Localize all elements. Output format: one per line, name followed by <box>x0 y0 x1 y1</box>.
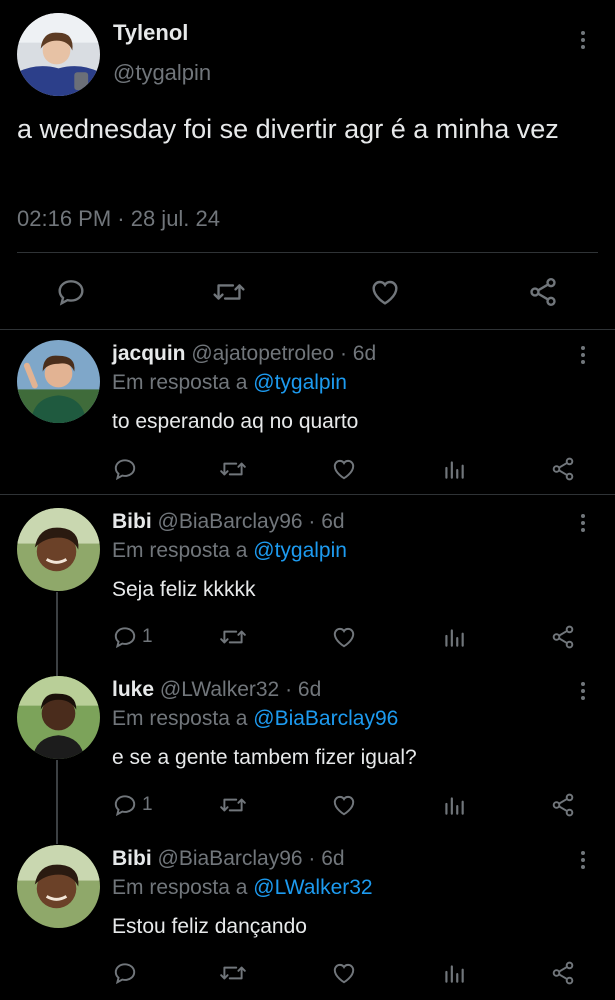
reply-to-line: Em resposta a @tygalpin <box>112 539 347 563</box>
reply-handle-meta[interactable]: @ajatopetroleo · 6d <box>191 342 376 365</box>
reply-avatar[interactable] <box>17 845 100 928</box>
reply-handle-meta[interactable]: @BiaBarclay96 · 6d <box>158 847 345 870</box>
share-icon[interactable] <box>550 456 576 482</box>
reply-count: 1 <box>142 794 153 815</box>
reply-mention-link[interactable]: @tygalpin <box>253 371 347 394</box>
retweet-icon[interactable] <box>219 960 247 986</box>
reply-display-name[interactable]: jacquin <box>112 342 186 365</box>
heart-icon[interactable] <box>331 960 357 986</box>
reply-count: 1 <box>142 626 153 647</box>
main-display-name[interactable]: Tylenol <box>113 20 188 46</box>
reply-display-name[interactable]: luke <box>112 678 154 701</box>
reply-text: e se a gente tambem fizer igual? <box>112 746 417 769</box>
reply-mention-link[interactable]: @LWalker32 <box>253 876 372 899</box>
main-timestamp[interactable]: 02:16 PM · 28 jul. 24 <box>17 206 220 232</box>
reply-to-line: Em resposta a @tygalpin <box>112 371 347 395</box>
reply-display-name[interactable]: Bibi <box>112 847 152 870</box>
reply-to-prefix: Em resposta a <box>112 876 248 899</box>
reply-to-prefix: Em resposta a <box>112 371 248 394</box>
reply-icon[interactable]: 1 <box>112 792 153 818</box>
thread-line <box>56 760 58 844</box>
heart-icon[interactable] <box>331 456 357 482</box>
more-vertical-icon[interactable] <box>571 343 595 367</box>
reply-header: jacquin @ajatopetroleo · 6d <box>112 342 376 366</box>
share-icon[interactable] <box>550 624 576 650</box>
reply-display-name[interactable]: Bibi <box>112 510 152 533</box>
reply-mention-link[interactable]: @BiaBarclay96 <box>253 707 398 730</box>
views-icon[interactable] <box>441 792 467 818</box>
more-vertical-icon[interactable] <box>571 28 595 52</box>
thread-line <box>56 592 58 676</box>
retweet-icon[interactable] <box>219 792 247 818</box>
reply-text: Seja feliz kkkkk <box>112 578 256 601</box>
reply-header: Bibi @BiaBarclay96 · 6d <box>112 847 345 871</box>
share-icon[interactable] <box>527 276 559 308</box>
reply-icon[interactable] <box>112 456 142 482</box>
reply-to-line: Em resposta a @BiaBarclay96 <box>112 707 398 731</box>
more-vertical-icon[interactable] <box>571 848 595 872</box>
reply-header: luke @LWalker32 · 6d <box>112 678 321 702</box>
reply-handle-meta[interactable]: @BiaBarclay96 · 6d <box>158 510 345 533</box>
share-icon[interactable] <box>550 792 576 818</box>
divider <box>0 329 615 330</box>
reply-text: Estou feliz dançando <box>112 915 307 938</box>
reply-mention-link[interactable]: @tygalpin <box>253 539 347 562</box>
reply-to-prefix: Em resposta a <box>112 707 248 730</box>
reply-handle-meta[interactable]: @LWalker32 · 6d <box>160 678 321 701</box>
heart-icon[interactable] <box>331 624 357 650</box>
reply-header: Bibi @BiaBarclay96 · 6d <box>112 510 345 534</box>
main-handle[interactable]: @tygalpin <box>113 60 211 86</box>
reply-text: to esperando aq no quarto <box>112 410 359 433</box>
views-icon[interactable] <box>441 456 467 482</box>
reply-to-prefix: Em resposta a <box>112 539 248 562</box>
reply-avatar[interactable] <box>17 676 100 759</box>
retweet-icon[interactable] <box>212 276 246 308</box>
views-icon[interactable] <box>441 960 467 986</box>
heart-icon[interactable] <box>331 792 357 818</box>
main-avatar[interactable] <box>17 13 100 96</box>
more-vertical-icon[interactable] <box>571 679 595 703</box>
share-icon[interactable] <box>550 960 576 986</box>
reply-icon[interactable]: 1 <box>112 624 153 650</box>
retweet-icon[interactable] <box>219 456 247 482</box>
main-tweet-text: a wednesday foi se divertir agr é a minh… <box>17 114 559 144</box>
reply-avatar[interactable] <box>17 340 100 423</box>
reply-icon[interactable] <box>55 276 87 308</box>
retweet-icon[interactable] <box>219 624 247 650</box>
reply-icon[interactable] <box>112 960 142 986</box>
reply-avatar[interactable] <box>17 508 100 591</box>
views-icon[interactable] <box>441 624 467 650</box>
reply-to-line: Em resposta a @LWalker32 <box>112 876 373 900</box>
heart-icon[interactable] <box>369 276 401 308</box>
divider <box>17 252 598 253</box>
divider <box>0 494 615 495</box>
more-vertical-icon[interactable] <box>571 511 595 535</box>
